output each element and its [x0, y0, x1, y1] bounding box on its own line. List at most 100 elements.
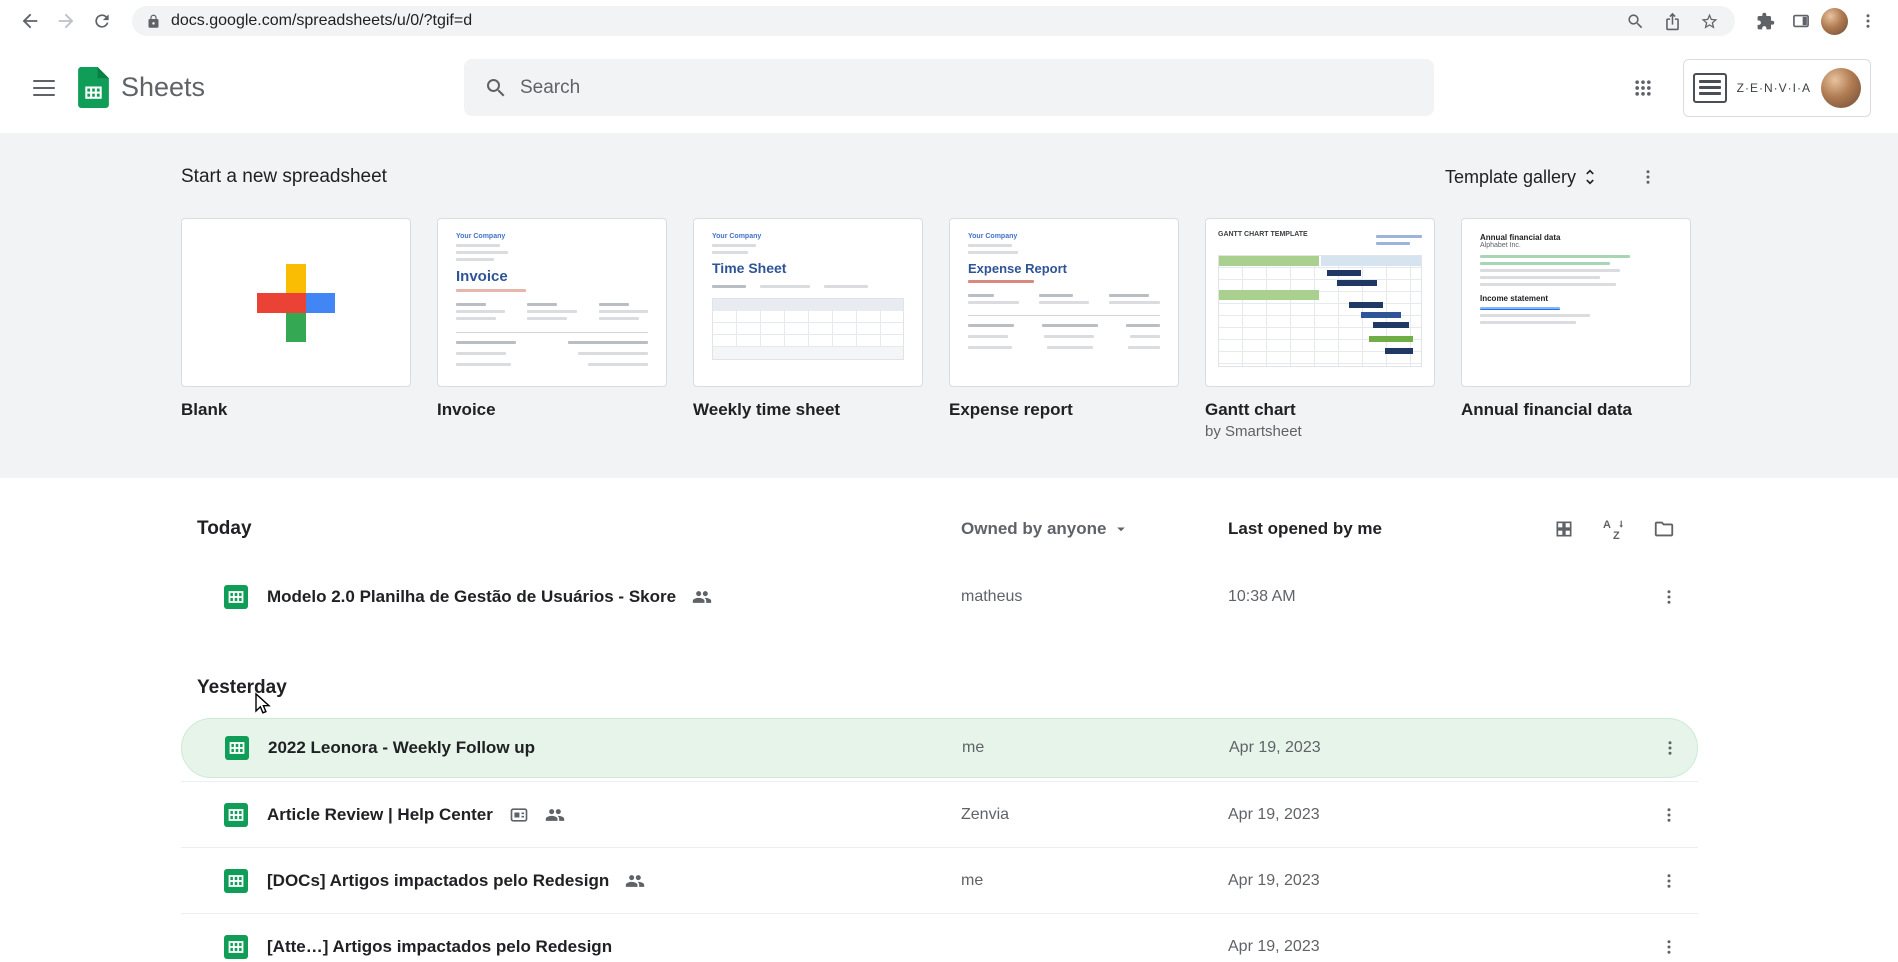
back-button[interactable] — [14, 5, 46, 37]
templates-menu-button[interactable] — [1628, 157, 1668, 197]
sort-az-icon: AZ — [1603, 519, 1623, 541]
back-icon — [22, 13, 38, 29]
lock-icon — [148, 14, 159, 28]
file-row[interactable]: Article Review | Help Center Zenvia Apr … — [181, 781, 1698, 847]
org-account-badge[interactable]: Z·E·N·V·I·A — [1682, 58, 1871, 117]
side-panel-icon — [1793, 14, 1809, 28]
sheets-file-icon — [224, 802, 248, 827]
file-date: Apr 19, 2023 — [1228, 871, 1320, 889]
thumb-skeleton — [968, 244, 1160, 254]
file-menu-button[interactable] — [1650, 728, 1690, 768]
templates-title: Start a new spreadsheet — [181, 166, 387, 187]
browser-menu-button[interactable] — [1852, 5, 1884, 37]
bookmark-star-icon[interactable] — [1700, 12, 1719, 31]
thumb-table — [712, 298, 904, 360]
hamburger-icon — [33, 75, 55, 101]
google-apps-button[interactable] — [1619, 64, 1667, 112]
open-file-picker-button[interactable] — [1644, 509, 1684, 549]
address-bar[interactable]: docs.google.com/spreadsheets/u/0/?tgif=d — [132, 6, 1735, 36]
template-card-blank[interactable] — [181, 218, 411, 387]
sheets-logo-icon[interactable] — [78, 67, 109, 108]
extensions-button[interactable] — [1749, 5, 1781, 37]
shared-people-icon — [545, 808, 565, 821]
file-menu-button[interactable] — [1649, 861, 1689, 901]
template-card-annual-financial-data[interactable]: Annual financial data Alphabet Inc. Inco… — [1461, 218, 1691, 387]
share-icon[interactable] — [1663, 12, 1682, 31]
zenvia-logo — [1692, 72, 1727, 103]
puzzle-icon — [1757, 12, 1774, 29]
file-menu-button[interactable] — [1649, 927, 1689, 962]
template-label: Blank — [181, 400, 228, 419]
template-label: Annual financial data — [1461, 400, 1632, 419]
file-title: 2022 Leonora - Weekly Follow up — [268, 738, 536, 757]
sheets-file-icon — [224, 585, 248, 609]
svg-text:Z: Z — [1613, 530, 1620, 541]
group-heading-yesterday: Yesterday — [197, 677, 287, 698]
file-date: Apr 19, 2023 — [1229, 739, 1321, 756]
file-list-section: Today Owned by anyone Last opened by me … — [0, 478, 1898, 962]
shared-people-icon — [626, 874, 645, 887]
browser-profile-avatar[interactable] — [1821, 7, 1848, 35]
annual-financial-thumbnail: Annual financial data Alphabet Inc. Inco… — [1462, 219, 1690, 386]
file-menu-button[interactable] — [1649, 577, 1689, 617]
folder-icon — [1654, 521, 1674, 537]
invoice-thumbnail: Your Company Invoice — [438, 219, 666, 386]
org-name: Z·E·N·V·I·A — [1736, 80, 1811, 95]
zoom-icon[interactable] — [1626, 12, 1645, 31]
template-gallery-label: Template gallery — [1444, 166, 1576, 187]
search-button[interactable] — [472, 64, 520, 112]
template-sublabel: by Smartsheet — [1205, 423, 1302, 440]
template-card-gantt-chart[interactable]: GANTT CHART TEMPLATE — [1205, 218, 1435, 387]
expense-report-thumbnail: Your Company Expense Report — [950, 219, 1178, 386]
sheets-file-icon — [224, 868, 248, 893]
gantt-thumbnail: GANTT CHART TEMPLATE — [1206, 219, 1434, 386]
thumb-table — [1218, 255, 1422, 367]
templates-section: Start a new spreadsheet Template gallery — [0, 133, 1898, 478]
grid-view-icon — [1556, 521, 1572, 537]
app-title[interactable]: Sheets — [121, 72, 205, 103]
sort-az-button[interactable]: AZ — [1594, 509, 1634, 549]
file-row[interactable]: [DOCs] Artigos impactados pelo Redesign … — [181, 847, 1698, 913]
template-label: Weekly time sheet — [693, 400, 841, 419]
thumb-skeleton — [712, 281, 904, 292]
file-row-partial[interactable]: [Atte…] Artigos impactados pelo Redesign… — [181, 913, 1698, 962]
side-panel-button[interactable] — [1785, 5, 1817, 37]
thumb-company: Your Company — [968, 233, 1018, 240]
thumb-title: GANTT CHART TEMPLATE — [1218, 231, 1308, 238]
thumb-company: Your Company — [456, 233, 506, 240]
apps-grid-icon — [1635, 79, 1651, 96]
owner-filter-button[interactable]: Owned by anyone — [961, 519, 1228, 539]
thumb-subtitle: Alphabet Inc. — [1480, 242, 1521, 249]
template-card-invoice[interactable]: Your Company Invoice — [437, 218, 667, 387]
template-card-expense-report[interactable]: Your Company Expense Report — [949, 218, 1179, 387]
file-title: Modelo 2.0 Planilha de Gestão de Usuário… — [267, 587, 677, 606]
search-input[interactable] — [520, 76, 1426, 99]
dropdown-arrow-icon — [1117, 527, 1126, 532]
file-date: Apr 19, 2023 — [1228, 937, 1320, 955]
main-menu-button[interactable] — [16, 60, 72, 116]
template-gallery-button[interactable]: Template gallery — [1435, 159, 1610, 196]
file-row[interactable]: Modelo 2.0 Planilha de Gestão de Usuário… — [181, 564, 1698, 630]
template-card-weekly-time-sheet[interactable]: Your Company Time Sheet — [693, 218, 923, 387]
owner-filter-label: Owned by anyone — [961, 519, 1107, 538]
kebab-icon — [1646, 170, 1650, 184]
file-title: [DOCs] Artigos impactados pelo Redesign — [267, 870, 610, 890]
file-menu-button[interactable] — [1649, 795, 1689, 835]
kebab-icon — [1667, 873, 1671, 888]
account-avatar[interactable] — [1821, 67, 1861, 108]
file-date: Apr 19, 2023 — [1228, 805, 1320, 823]
file-owner: matheus — [961, 588, 1023, 605]
file-row-selected[interactable]: 2022 Leonora - Weekly Follow up me Apr 1… — [181, 718, 1698, 778]
reload-button[interactable] — [86, 5, 118, 37]
thumb-skeleton — [1376, 231, 1422, 249]
app-header: Sheets Z·E·N·V·I·A — [0, 42, 1898, 133]
sheets-file-icon — [225, 736, 249, 760]
forward-button[interactable] — [50, 5, 82, 37]
sheets-file-icon — [224, 934, 248, 959]
svg-text:A: A — [1603, 519, 1611, 531]
reload-icon — [95, 14, 109, 28]
search-icon — [487, 78, 505, 96]
search-bar[interactable] — [464, 59, 1434, 116]
grid-view-button[interactable] — [1544, 509, 1584, 549]
file-title: Article Review | Help Center — [267, 804, 493, 824]
